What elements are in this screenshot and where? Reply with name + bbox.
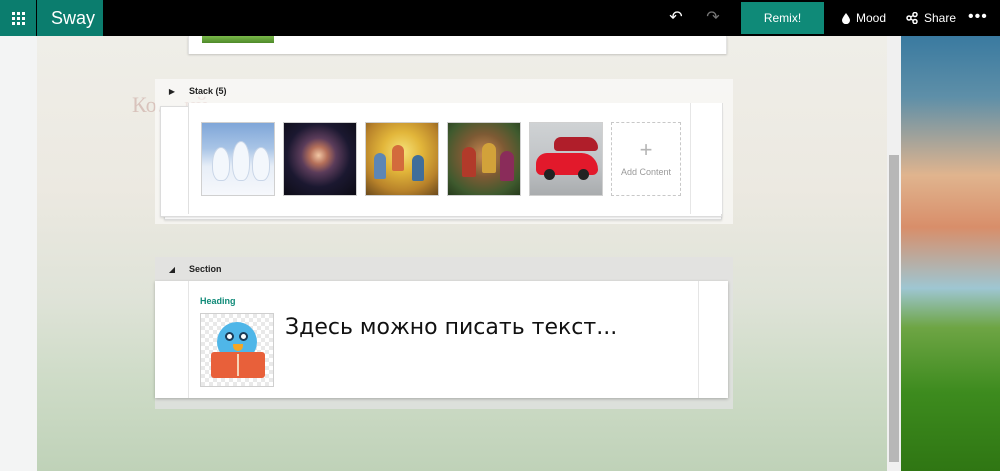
redo-icon: ↷ [706, 9, 720, 26]
section-title: Section [189, 264, 222, 274]
stack-item-image[interactable] [283, 122, 357, 196]
card-divider [188, 281, 189, 398]
share-button[interactable]: Share [906, 0, 956, 36]
add-content-button[interactable]: + Add Content [611, 122, 681, 196]
undo-icon: ↶ [669, 9, 683, 26]
share-label: Share [924, 11, 957, 25]
stack-item-image[interactable] [447, 122, 521, 196]
previous-card[interactable] [188, 36, 727, 54]
bird-eye-shape [239, 332, 248, 341]
stack-item-image[interactable] [201, 122, 275, 196]
ellipsis-icon: ••• [968, 8, 988, 25]
mood-label: Mood [856, 11, 887, 25]
figure-shape [412, 155, 424, 181]
stack-title: Stack (5) [189, 86, 227, 96]
wheel-shape [578, 169, 589, 180]
tree-shape [212, 147, 230, 181]
heading-label[interactable]: Heading [200, 296, 236, 306]
waffle-icon [11, 11, 25, 25]
section-group: ◢ Section Heading Здесь можно писать тек… [155, 257, 733, 409]
section-card[interactable]: Heading Здесь можно писать текст... [155, 281, 728, 398]
figure-shape [392, 145, 404, 171]
tree-shape [232, 141, 250, 181]
section-header[interactable]: ◢ Section [155, 257, 733, 281]
section-body-text[interactable]: Здесь можно писать текст... [285, 315, 617, 340]
undo-button[interactable]: ↶ [662, 0, 690, 36]
wheel-shape [544, 169, 555, 180]
card-divider [690, 103, 691, 214]
stack-header[interactable]: ▶ Stack (5) [155, 79, 733, 103]
figure-shape [462, 147, 476, 177]
figure-shape [482, 143, 496, 173]
more-options-button[interactable]: ••• [968, 0, 988, 36]
add-content-label: Add Content [620, 167, 672, 177]
expand-caret-icon[interactable]: ▶ [155, 87, 189, 96]
card-divider [698, 281, 699, 398]
droplet-icon [842, 12, 850, 24]
stack-item-image[interactable] [529, 122, 603, 196]
bird-eye-shape [225, 332, 234, 341]
redo-button[interactable]: ↷ [700, 0, 726, 36]
app-name[interactable]: Sway [37, 0, 103, 36]
book-shape [211, 352, 265, 378]
figure-shape [374, 153, 386, 179]
left-margin [0, 36, 37, 471]
remix-button[interactable]: Remix! [741, 2, 824, 34]
app-launcher-button[interactable] [0, 0, 36, 36]
section-image[interactable] [200, 313, 274, 387]
stack-card[interactable]: + Add Content [188, 103, 723, 214]
collapse-caret-icon[interactable]: ◢ [155, 265, 189, 274]
share-icon [906, 12, 918, 24]
grass-image[interactable] [202, 36, 274, 43]
car-shape [554, 137, 598, 151]
preview-landscape-image [901, 36, 1000, 471]
top-bar: Sway ↶ ↷ Remix! Mood Share ••• [0, 0, 1000, 36]
scrollbar-thumb[interactable] [889, 155, 899, 462]
mood-button[interactable]: Mood [842, 0, 886, 36]
stack-item-image[interactable] [365, 122, 439, 196]
tree-shape [252, 147, 270, 181]
plus-icon: + [639, 137, 653, 162]
figure-shape [500, 151, 514, 181]
